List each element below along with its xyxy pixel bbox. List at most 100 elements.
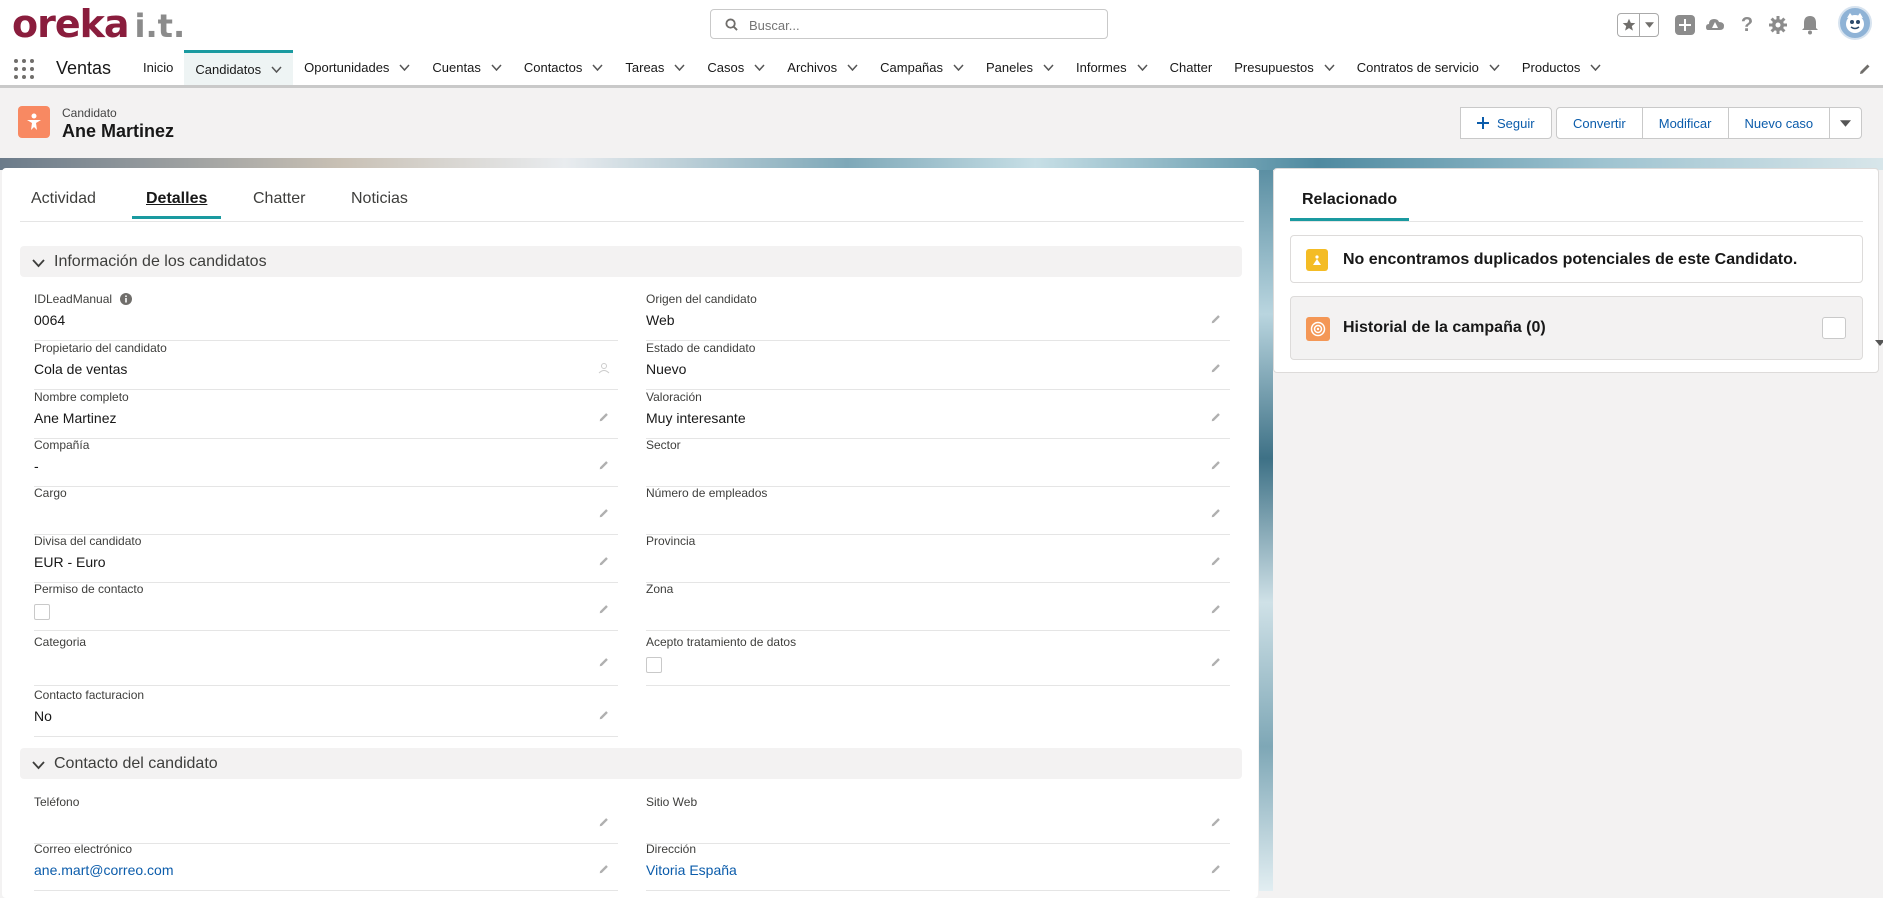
chevron-down-icon[interactable] [1590, 64, 1601, 71]
edit-nav-pencil-icon[interactable] [1858, 62, 1872, 81]
edit-pencil-icon[interactable] [1210, 361, 1222, 379]
field-zona: Zona [646, 582, 1230, 631]
gear-icon[interactable] [1766, 13, 1790, 37]
checkbox[interactable] [34, 604, 50, 620]
notifications-bell-icon[interactable] [1798, 13, 1822, 37]
field-value: - [34, 458, 39, 474]
edit-pencil-icon[interactable] [1210, 506, 1222, 524]
chevron-down-icon[interactable] [32, 757, 45, 775]
edit-pencil-icon[interactable] [1210, 554, 1222, 572]
checkbox[interactable] [646, 657, 662, 673]
chevron-down-icon[interactable] [1137, 64, 1148, 71]
tab-noticias[interactable]: Noticias [351, 190, 408, 216]
tab-actividad[interactable]: Actividad [31, 190, 96, 216]
chevron-down-icon[interactable] [754, 64, 765, 71]
global-search[interactable] [710, 9, 1108, 39]
edit-pencil-icon[interactable] [1210, 815, 1222, 833]
chevron-down-icon[interactable] [491, 64, 502, 71]
section-info-candidatos[interactable]: Información de los candidatos [20, 246, 1242, 277]
nav-item-cuentas[interactable]: Cuentas [421, 50, 512, 85]
record-tabs: Actividad Detalles Chatter Noticias [20, 168, 1244, 222]
global-add-icon[interactable] [1673, 13, 1697, 37]
duplicates-card: No encontramos duplicados potenciales de… [1290, 235, 1863, 283]
field-contacto-facturacion: Contacto facturacion No [34, 688, 618, 737]
chevron-down-icon[interactable] [271, 65, 282, 73]
nav-item-casos[interactable]: Casos [696, 50, 776, 85]
edit-pencil-icon[interactable] [1210, 410, 1222, 428]
field-nombre-completo: Nombre completo Ane Martinez [34, 390, 618, 439]
nav-item-chatter[interactable]: Chatter [1159, 50, 1224, 85]
nav-item-oportunidades[interactable]: Oportunidades [293, 50, 421, 85]
nav-item-paneles[interactable]: Paneles [975, 50, 1065, 85]
nav-item-contratos-de-servicio[interactable]: Contratos de servicio [1346, 50, 1511, 85]
nav-item-archivos[interactable]: Archivos [776, 50, 869, 85]
chevron-down-icon[interactable] [1640, 14, 1658, 36]
section-title: Contacto del candidato [54, 755, 218, 772]
app-name: Ventas [56, 58, 112, 78]
edit-pencil-icon[interactable] [1210, 312, 1222, 330]
edit-pencil-icon[interactable] [1210, 602, 1222, 620]
user-avatar[interactable] [1838, 6, 1872, 40]
nav-item-informes[interactable]: Informes [1065, 50, 1159, 85]
nav-item-contactos[interactable]: Contactos [513, 50, 615, 85]
nav-item-productos[interactable]: Productos [1511, 50, 1613, 85]
field-provincia: Provincia [646, 534, 1230, 583]
chevron-down-icon[interactable] [674, 64, 685, 71]
chevron-down-icon[interactable] [592, 64, 603, 71]
edit-pencil-icon[interactable] [598, 602, 610, 620]
edit-button[interactable]: Modificar [1641, 107, 1729, 139]
edit-pencil-icon[interactable] [598, 708, 610, 726]
tab-relacionado[interactable]: Relacionado [1290, 191, 1410, 221]
more-actions-button[interactable] [1829, 107, 1863, 139]
email-link[interactable]: ane.mart@correo.com [34, 862, 173, 878]
convert-button[interactable]: Convertir [1556, 107, 1643, 139]
chevron-down-icon[interactable] [1489, 64, 1500, 71]
field-label: Provincia [646, 534, 696, 548]
help-icon[interactable]: ? [1735, 13, 1759, 37]
trailhead-icon[interactable] [1703, 13, 1727, 37]
edit-pencil-icon[interactable] [1210, 655, 1222, 673]
edit-pencil-icon[interactable] [598, 458, 610, 476]
new-case-button[interactable]: Nuevo caso [1727, 107, 1831, 139]
field-label: Nombre completo [34, 390, 129, 404]
nav-item-tareas[interactable]: Tareas [614, 50, 696, 85]
field-value: Web [646, 312, 675, 328]
chevron-down-icon[interactable] [847, 64, 858, 71]
company-logo[interactable]: oreka i.t. [12, 4, 185, 46]
follow-button[interactable]: Seguir [1460, 107, 1552, 139]
search-input[interactable] [747, 14, 1101, 36]
chevron-down-icon[interactable] [32, 255, 45, 273]
follow-button-group: Seguir [1460, 107, 1552, 139]
chevron-down-icon[interactable] [953, 64, 964, 71]
campaign-history-title[interactable]: Historial de la campaña (0) [1343, 319, 1546, 337]
chevron-down-icon[interactable] [1324, 64, 1335, 71]
nav-item-campanas[interactable]: Campañas [869, 50, 975, 85]
edit-pencil-icon[interactable] [598, 410, 610, 428]
edit-pencil-icon[interactable] [1210, 862, 1222, 880]
favorites-button[interactable] [1617, 13, 1659, 37]
field-propietario: Propietario del candidato Cola de ventas [34, 341, 618, 390]
nav-item-presupuestos[interactable]: Presupuestos [1223, 50, 1346, 85]
star-icon[interactable] [1618, 14, 1641, 36]
logo-main: oreka [12, 2, 130, 46]
tab-detalles[interactable]: Detalles [132, 190, 222, 219]
edit-pencil-icon[interactable] [598, 506, 610, 524]
chevron-down-icon[interactable] [399, 64, 410, 71]
tab-chatter[interactable]: Chatter [253, 190, 305, 216]
edit-pencil-icon[interactable] [1210, 458, 1222, 476]
chevron-down-icon[interactable] [1043, 64, 1054, 71]
app-launcher-icon[interactable] [14, 59, 34, 79]
field-label: Valoración [646, 390, 702, 404]
edit-pencil-icon[interactable] [598, 815, 610, 833]
nav-item-candidatos[interactable]: Candidatos [184, 50, 294, 85]
change-owner-icon[interactable] [598, 361, 610, 379]
info-icon[interactable] [120, 293, 133, 308]
nav-item-inicio[interactable]: Inicio [132, 50, 184, 85]
section-contacto-candidato[interactable]: Contacto del candidato [20, 748, 1242, 779]
campaign-history-menu-button[interactable] [1822, 317, 1883, 346]
edit-pencil-icon[interactable] [598, 554, 610, 572]
field-correo: Correo electrónico ane.mart@correo.com [34, 842, 618, 891]
edit-pencil-icon[interactable] [598, 655, 610, 673]
address-link[interactable]: Vitoria España [646, 862, 737, 878]
edit-pencil-icon[interactable] [598, 862, 610, 880]
